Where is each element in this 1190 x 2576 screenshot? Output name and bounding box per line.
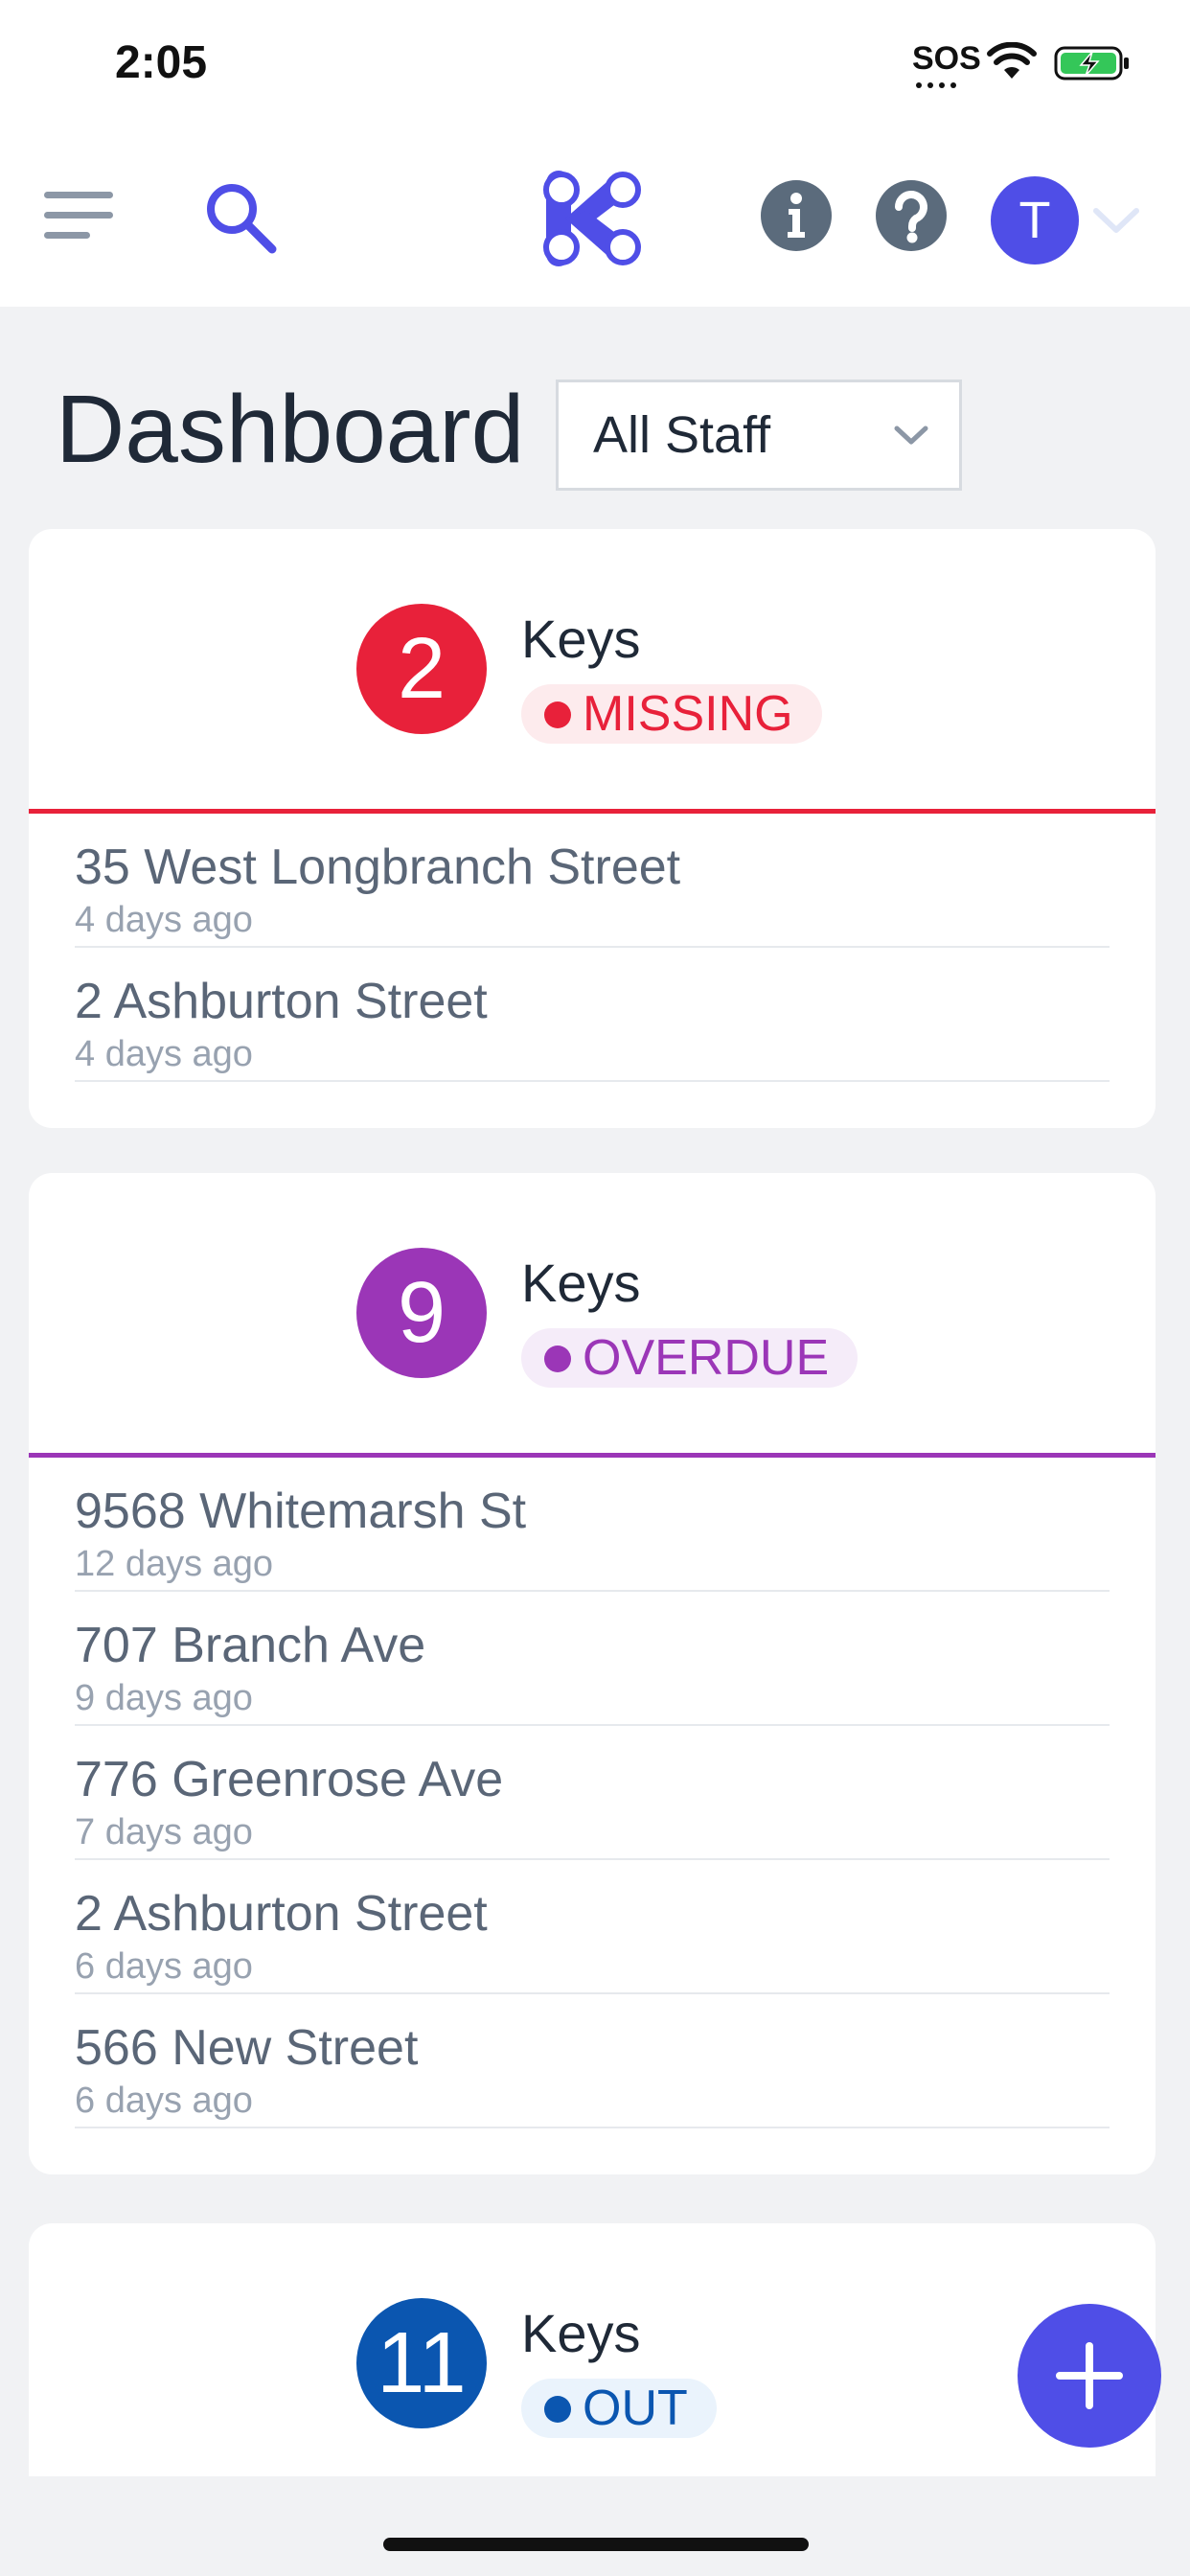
item-time: 7 days ago [75, 1812, 253, 1852]
overdue-keys-card: 9 Keys OVERDUE 9568 Whitemarsh St 12 day… [29, 1173, 1156, 2174]
item-address: 2 Ashburton Street [75, 974, 488, 1029]
item-address: 2 Ashburton Street [75, 1886, 488, 1942]
signal-dots [916, 82, 956, 88]
plus-icon [1056, 2342, 1123, 2409]
app-logo[interactable] [542, 167, 646, 270]
list-item[interactable]: 776 Greenrose Ave 7 days ago [75, 1726, 1110, 1860]
info-icon[interactable] [761, 180, 832, 251]
item-address: 566 New Street [75, 2020, 419, 2076]
item-time: 6 days ago [75, 1946, 253, 1987]
item-time: 6 days ago [75, 2081, 253, 2121]
list-item[interactable]: 2 Ashburton Street 6 days ago [75, 1860, 1110, 1994]
bottom-safe-area [0, 2476, 1190, 2576]
app-header: T [0, 134, 1190, 307]
home-indicator[interactable] [383, 2538, 809, 2551]
page-title: Dashboard [56, 376, 525, 483]
key-count-badge: 9 [356, 1248, 487, 1378]
key-list: 9568 Whitemarsh St 12 days ago 707 Branc… [29, 1458, 1156, 2174]
list-item[interactable]: 2 Ashburton Street 4 days ago [75, 948, 1110, 1082]
battery-icon [1054, 46, 1129, 80]
list-item[interactable]: 9568 Whitemarsh St 12 days ago [75, 1458, 1110, 1592]
add-key-button[interactable] [1018, 2304, 1161, 2448]
staff-filter-value: All Staff [593, 406, 771, 464]
list-item[interactable]: 566 New Street 6 days ago [75, 1994, 1110, 2128]
out-keys-card: 11 Keys OUT [29, 2223, 1156, 2476]
missing-keys-card: 2 Keys MISSING 35 West Longbranch Street… [29, 529, 1156, 1128]
item-address: 9568 Whitemarsh St [75, 1484, 527, 1539]
card-header[interactable]: 11 Keys OUT [29, 2223, 1156, 2503]
card-header[interactable]: 2 Keys MISSING [29, 529, 1156, 809]
sos-indicator: SOS [912, 40, 981, 77]
status-text: OUT [583, 2380, 688, 2436]
key-count-badge: 11 [356, 2298, 487, 2428]
chevron-down-icon [894, 426, 928, 445]
key-count-badge: 2 [356, 604, 487, 734]
status-badge: OUT [521, 2379, 717, 2438]
user-avatar[interactable]: T [991, 176, 1079, 264]
staff-filter-dropdown[interactable]: All Staff [556, 380, 962, 491]
status-text: OVERDUE [583, 1330, 830, 1386]
help-icon[interactable] [876, 180, 947, 251]
search-icon[interactable] [201, 178, 280, 257]
chevron-down-icon[interactable] [1090, 201, 1142, 240]
item-address: 776 Greenrose Ave [75, 1752, 504, 1807]
item-time: 9 days ago [75, 1678, 253, 1718]
status-text: MISSING [583, 686, 793, 742]
status-bar: 2:05 SOS [0, 0, 1190, 134]
hamburger-menu-icon[interactable] [44, 192, 117, 245]
list-item[interactable]: 35 West Longbranch Street 4 days ago [75, 814, 1110, 948]
card-header[interactable]: 9 Keys OVERDUE [29, 1173, 1156, 1453]
list-item[interactable]: 707 Branch Ave 9 days ago [75, 1592, 1110, 1726]
status-dot [544, 702, 571, 728]
key-list: 35 West Longbranch Street 4 days ago 2 A… [29, 814, 1156, 1128]
item-time: 4 days ago [75, 1034, 253, 1074]
status-dot [544, 1346, 571, 1372]
keys-label: Keys [521, 1253, 641, 1313]
item-address: 35 West Longbranch Street [75, 840, 681, 895]
wifi-icon [987, 42, 1037, 79]
status-time: 2:05 [115, 37, 208, 88]
keys-label: Keys [521, 609, 641, 669]
item-address: 707 Branch Ave [75, 1618, 426, 1673]
status-badge: MISSING [521, 684, 822, 744]
item-time: 12 days ago [75, 1544, 274, 1584]
status-dot [544, 2396, 571, 2423]
keys-label: Keys [521, 2303, 641, 2363]
item-time: 4 days ago [75, 900, 253, 940]
status-badge: OVERDUE [521, 1328, 858, 1388]
